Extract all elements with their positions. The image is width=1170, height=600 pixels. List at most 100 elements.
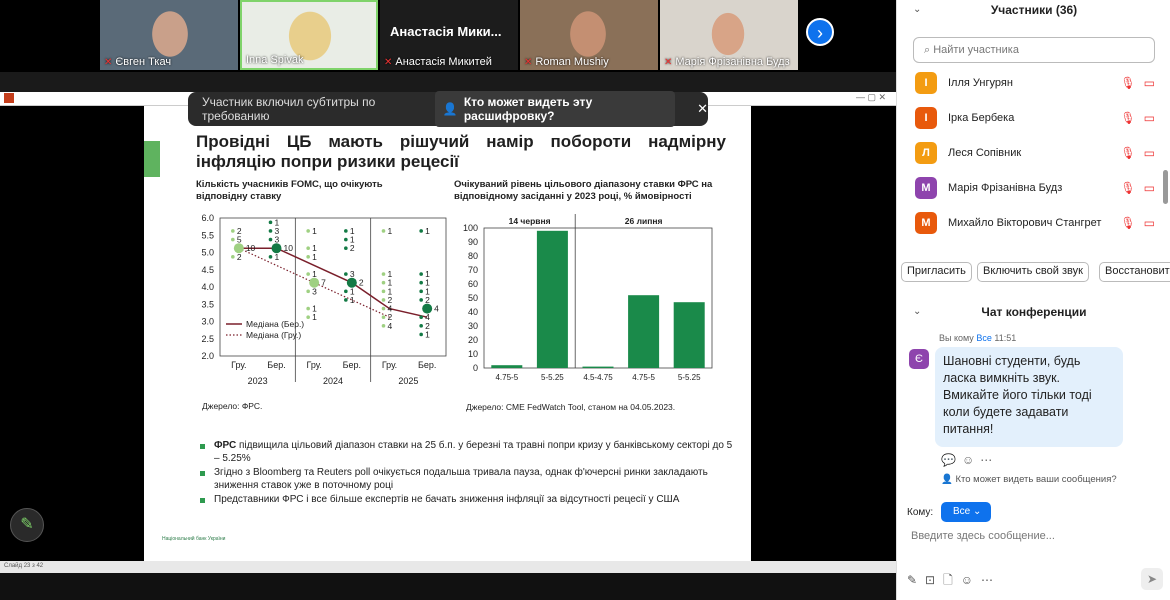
logo-text: Національний банк України — [162, 536, 226, 542]
group-label: 14 червня — [509, 216, 551, 226]
legend-label: Медіана (Бер.) — [246, 319, 304, 329]
y-tick-label: 90 — [468, 237, 478, 247]
participant-row[interactable]: М Михайло Вікторович Стангрет 🎙 ▭ — [915, 211, 1155, 235]
video-tile[interactable]: ✕ Марія Фрізанівна Будз — [660, 0, 798, 70]
median-line-march — [238, 247, 428, 318]
participant-row[interactable]: М Марія Фрізанівна Будз 🎙 ▭ — [915, 176, 1155, 200]
who-can-see-messages[interactable]: 👤 Кто может видеть ваши сообщения? — [941, 474, 1117, 485]
x-tick-label: Гру. — [231, 360, 246, 370]
video-tile[interactable]: ✕ Roman Mushiy — [520, 0, 658, 70]
dot-count-label: 1 — [350, 295, 355, 305]
dot-plot-chart: 2.0 2.5 3.0 3.5 4.0 4.5 5.0 5.5 6.0 Гру. Бер. Гру. Б… — [201, 213, 447, 386]
recipient-select[interactable]: Все ⌄ — [941, 502, 991, 522]
dot-marker — [381, 324, 386, 328]
video-tile[interactable]: ✕ Євген Ткач — [100, 0, 238, 70]
dot-marker — [306, 246, 310, 250]
recipient-value: Все — [953, 506, 971, 517]
dot-marker — [344, 237, 348, 242]
chart2-source: Джерело: CME FedWatch Tool, станом на 04… — [466, 402, 676, 412]
chat-to[interactable]: Все — [976, 333, 992, 343]
y-tick-label: 40 — [468, 307, 478, 317]
tile-name: Анастасія Микитей — [395, 56, 492, 68]
mic-muted-icon: ✕ — [384, 57, 393, 68]
chat-input[interactable]: Введите здесь сообщение... — [911, 530, 1055, 542]
bar-chart: 0 10 20 30 40 50 60 70 80 90 100 4.75-5 5-5.25 4.5-4.… — [463, 214, 713, 382]
video-off-icon[interactable]: ▭ — [1144, 76, 1155, 90]
dot-marker — [268, 220, 273, 225]
x-tick-label: 4.5-4.75 — [583, 373, 613, 382]
video-off-icon[interactable]: ▭ — [1144, 111, 1155, 125]
dot-marker — [419, 289, 423, 294]
mic-muted-icon[interactable]: 🎙 — [1120, 146, 1135, 160]
mic-muted-icon[interactable]: 🎙 — [1120, 216, 1135, 230]
scrollbar[interactable] — [1163, 170, 1168, 204]
close-icon[interactable]: ✕ — [697, 101, 708, 117]
participant-search-input[interactable]: ⌕ Найти участника — [913, 37, 1155, 63]
group-label: 2025 — [398, 376, 418, 386]
dot-count-label: 1 — [425, 329, 430, 339]
chart1-title: Кількість учасників FOMC, що очікують ві… — [196, 179, 383, 202]
powerpoint-icon — [4, 93, 14, 103]
reaction-icons[interactable]: 💬☺⋯ — [941, 453, 998, 467]
tile-name: Inna Spivak — [246, 54, 304, 66]
avatar: М — [915, 212, 937, 234]
dot-marker — [381, 280, 386, 285]
dot-marker — [268, 237, 273, 242]
video-off-icon[interactable]: ▭ — [1144, 146, 1155, 160]
subtitle-notice: Участник включил субтитры по требованию — [202, 95, 376, 123]
side-panel: ⌄ Участники (36) ⌕ Найти участника І Ілля… — [896, 0, 1170, 600]
mic-muted-icon[interactable]: 🎙 — [1120, 181, 1135, 195]
invite-button[interactable]: Пригласить — [901, 262, 972, 282]
who-can-see-button[interactable]: 👤 Кто может видеть эту расшифровку? — [434, 91, 676, 127]
y-tick-label: 6.0 — [201, 213, 214, 223]
restore-button[interactable]: Восстановить — [1099, 262, 1170, 282]
video-tile[interactable]: Анастасія Мики... ✕ Анастасія Микитей — [380, 0, 518, 70]
dot-count-label: 1 — [388, 226, 393, 236]
y-tick-label: 70 — [468, 265, 478, 275]
dot-marker — [344, 289, 348, 294]
dot-count-label: 10 — [246, 243, 256, 253]
dot-marker — [344, 246, 348, 250]
dot-marker — [306, 229, 310, 233]
dot-marker — [419, 332, 423, 337]
chevron-right-icon: › — [817, 23, 823, 43]
group-label: 2024 — [323, 376, 343, 386]
chat-from: Вы кому — [939, 333, 974, 343]
x-tick-label: Гру. — [382, 360, 397, 370]
unmute-self-button[interactable]: Включить свой звук — [977, 262, 1089, 282]
participant-row[interactable]: І Ілля Унгурян 🎙 ▭ — [915, 71, 1155, 95]
annotate-pen-button[interactable]: ✎ — [10, 508, 44, 542]
bullet-bold: ФРС — [214, 440, 237, 451]
bullet-text: Представники ФРС і все більше експертів … — [214, 494, 680, 505]
y-tick-label: 60 — [468, 279, 478, 289]
mic-muted-icon[interactable]: 🎙 — [1120, 111, 1135, 125]
dot-count-label: 4 — [434, 304, 439, 314]
video-off-icon[interactable]: ▭ — [1144, 216, 1155, 230]
y-tick-label: 5.5 — [201, 230, 214, 240]
bar — [536, 230, 568, 368]
slide-counter: Слайд 23 з 42 — [4, 563, 44, 569]
send-icon[interactable]: ➤ — [1141, 568, 1163, 590]
video-tile-active[interactable]: Inna Spivak — [240, 0, 378, 70]
dot-marker — [306, 315, 310, 319]
chat-tools-icons[interactable]: ✎⊡🗋☺⋯ — [907, 571, 1001, 592]
video-off-icon[interactable]: ▭ — [1144, 181, 1155, 195]
pen-icon: ✎ — [20, 516, 34, 533]
slide: Провідні ЦБ мають рішучий намір побороти… — [144, 106, 751, 561]
next-page-button[interactable]: › — [806, 18, 834, 46]
mic-muted-icon[interactable]: 🎙 — [1120, 76, 1135, 90]
x-tick-label: Бер. — [418, 360, 436, 370]
group-label: 2023 — [248, 376, 268, 386]
person-icon: 👤 — [442, 102, 458, 116]
y-tick-label: 4.5 — [201, 265, 214, 275]
participant-row[interactable]: І Ірка Бербека 🎙 ▭ — [915, 106, 1155, 130]
chat-message: Шановні студенти, будь ласка вимкніть зв… — [935, 347, 1123, 447]
dot-marker — [231, 255, 235, 259]
dot-marker — [419, 324, 423, 328]
window-controls-icon[interactable]: — ▢ ✕ — [856, 92, 886, 103]
participant-name: Михайло Вікторович Стангрет — [948, 217, 1102, 229]
x-tick-label: Бер. — [343, 360, 361, 370]
participant-row[interactable]: Л Леся Сопівник 🎙 ▭ — [915, 141, 1155, 165]
y-tick-label: 3.5 — [201, 299, 214, 309]
y-tick-label: 20 — [468, 335, 478, 345]
